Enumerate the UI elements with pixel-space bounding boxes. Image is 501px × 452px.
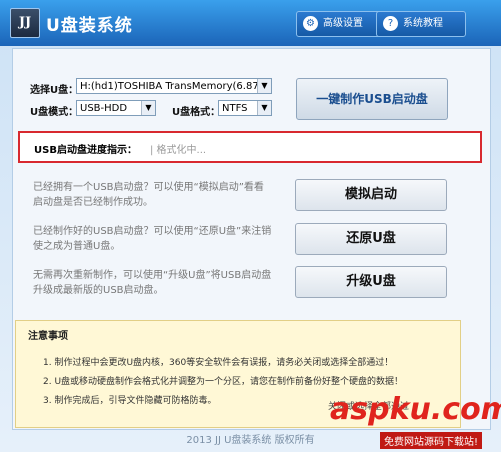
advanced-settings-label: 高级设置 (323, 18, 363, 29)
question-icon: ? (383, 16, 398, 31)
mode-select[interactable]: USB-HDD ▼ (76, 100, 156, 116)
simulate-description: 已经拥有一个USB启动盘？可以使用“模拟启动”看看启动盘是否已经制作成功。 (33, 182, 264, 208)
advanced-settings-button[interactable]: ⚙ 高级设置 (296, 11, 386, 37)
gear-icon: ⚙ (303, 16, 318, 31)
watermark-logo: aspku.com (330, 392, 501, 427)
note-item: 3. 制作完成后，引导文件隐藏可防格防毒。 (43, 396, 217, 406)
format-label: U盘格式： (172, 107, 221, 118)
progress-status: | 格式化中... (150, 145, 207, 156)
upgrade-description: 无需再次重新制作，可以使用“升级U盘”将USB启动盘升级成最新版的USB启动盘。 (33, 270, 272, 296)
app-window: JJ U盘装系统 ⚙ 高级设置 ? 系统教程 选择U盘： H:(hd1)TOSH… (0, 0, 501, 452)
select-u-label: 选择U盘： (30, 85, 79, 96)
format-select[interactable]: NTFS ▼ (218, 100, 272, 116)
progress-label: USB启动盘进度指示： (34, 145, 137, 156)
progress-indicator: USB启动盘进度指示： | 格式化中... (18, 131, 482, 163)
watermark-tagline: 免费网站源码下载站! (380, 432, 483, 449)
restore-description: 已经制作好的USB启动盘？可以使用“还原U盘”来注销使之成为普通U盘。 (33, 226, 272, 252)
mode-value: USB-HDD (80, 103, 128, 114)
create-usb-boot-button[interactable]: 一键制作USB启动盘 (296, 78, 448, 120)
title-bar: JJ U盘装系统 ⚙ 高级设置 ? 系统教程 (0, 0, 501, 46)
usb-device-value: H:(hd1)TOSHIBA TransMemory(6.87G (80, 81, 267, 92)
mode-label: U盘模式： (30, 107, 79, 118)
restore-u-button[interactable]: 还原U盘 (295, 223, 447, 255)
format-value: NTFS (222, 103, 248, 114)
app-title: U盘装系统 (46, 16, 133, 36)
note-item: 2. U盘或移动硬盘制作会格式化并调整为一个分区，请您在制作前备份好整个硬盘的数… (43, 377, 404, 387)
upgrade-u-button[interactable]: 升级U盘 (295, 266, 447, 298)
chevron-down-icon: ▼ (141, 101, 155, 115)
usb-device-select[interactable]: H:(hd1)TOSHIBA TransMemory(6.87G ▼ (76, 78, 272, 94)
chevron-down-icon: ▼ (257, 79, 271, 93)
chevron-down-icon: ▼ (257, 101, 271, 115)
tutorial-button[interactable]: ? 系统教程 (376, 11, 466, 37)
app-logo: JJ (10, 8, 40, 38)
notes-title: 注意事项 (28, 331, 68, 342)
note-item: 1. 制作过程中会更改U盘内核，360等安全软件会有误报，请务必关闭或选择全部通… (43, 358, 394, 368)
tutorial-label: 系统教程 (403, 18, 443, 29)
simulate-boot-button[interactable]: 模拟启动 (295, 179, 447, 211)
